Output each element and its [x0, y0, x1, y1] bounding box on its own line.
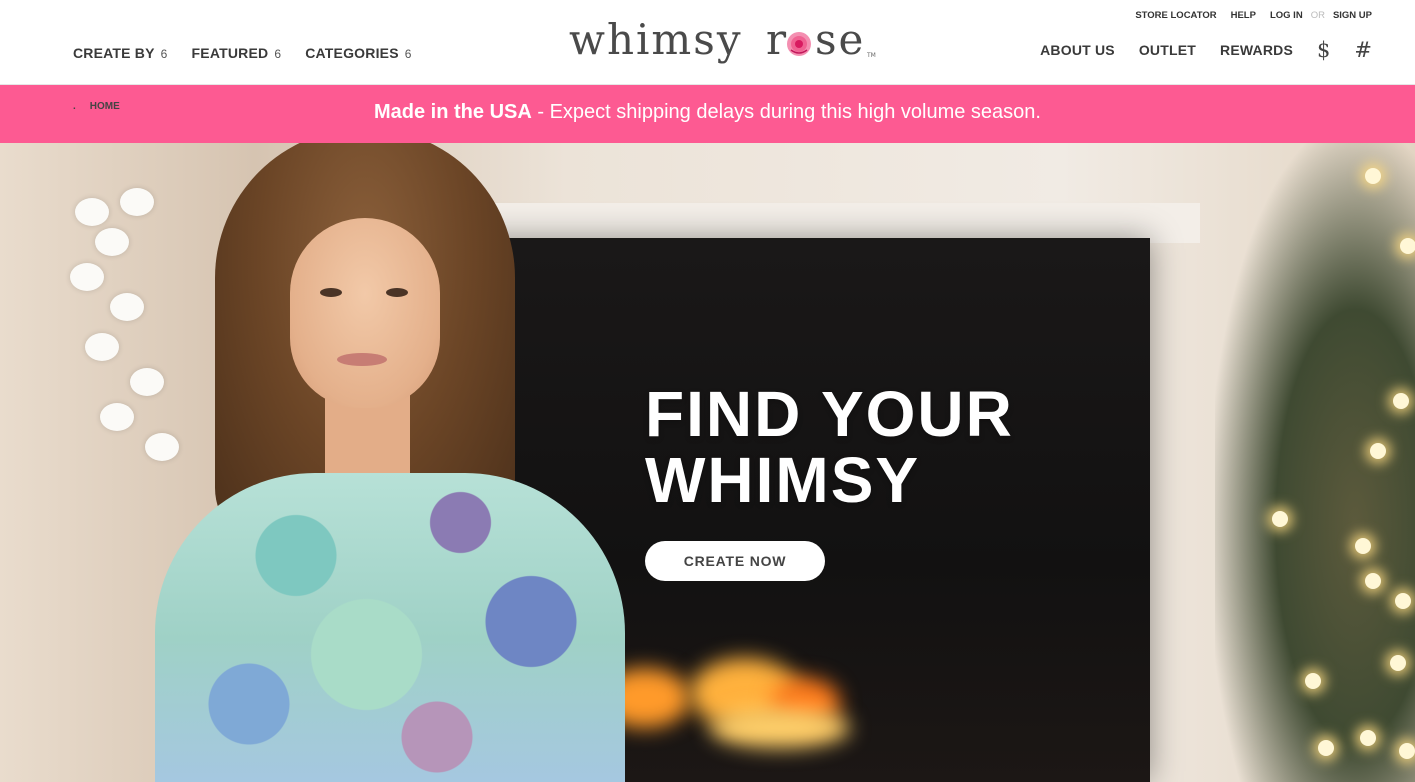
nav-categories-label: CATEGORIES: [305, 45, 399, 61]
or-separator: OR: [1310, 10, 1325, 21]
hero-heading: FIND YOUR WHIMSY: [645, 381, 1014, 513]
currency-icon[interactable]: $: [1317, 40, 1330, 61]
utility-nav: STORE LOCATOR HELP LOG IN OR SIGN UP: [1135, 10, 1372, 21]
logo-text-r: r: [766, 15, 787, 64]
promo-message: Made in the USA - Expect shipping delays…: [0, 101, 1415, 124]
logo-graphic: whimsy r se TM: [569, 15, 876, 64]
nav-create-by-label: CREATE BY: [73, 45, 155, 61]
nav-categories[interactable]: CATEGORIES 6: [305, 45, 411, 61]
hero-heading-line2: WHIMSY: [645, 444, 921, 516]
nav-about-us[interactable]: ABOUT US: [1040, 42, 1115, 58]
nav-featured[interactable]: FEATURED 6: [192, 45, 282, 61]
nav-featured-label: FEATURED: [191, 45, 269, 61]
sign-up-link[interactable]: SIGN UP: [1333, 10, 1372, 21]
log-in-link[interactable]: LOG IN: [1270, 10, 1303, 21]
site-header: CREATE BY 6 FEATURED 6 CATEGORIES 6 whimsy …: [0, 0, 1415, 85]
logo-trademark: TM: [866, 52, 876, 59]
cart-icon[interactable]: #: [1354, 40, 1372, 61]
logo-text-whimsy: whimsy: [569, 15, 743, 64]
nav-featured-count: 6: [274, 47, 282, 61]
hero-heading-line1: FIND YOUR: [645, 378, 1014, 450]
christmas-tree: [1215, 143, 1415, 782]
nav-rewards[interactable]: REWARDS: [1220, 42, 1293, 58]
primary-nav: CREATE BY 6 FEATURED 6 CATEGORIES 6: [73, 45, 412, 61]
nav-categories-count: 6: [404, 47, 412, 61]
secondary-nav: ABOUT US OUTLET REWARDS $ #: [1040, 40, 1372, 61]
store-locator-link[interactable]: STORE LOCATOR: [1135, 10, 1216, 21]
promo-banner: . HOME Made in the USA - Expect shipping …: [0, 85, 1415, 143]
rose-icon: [787, 32, 811, 56]
nav-outlet[interactable]: OUTLET: [1139, 42, 1196, 58]
site-logo[interactable]: whimsy r se TM: [569, 14, 879, 72]
create-now-button[interactable]: CREATE NOW: [645, 541, 825, 581]
promo-rest: - Expect shipping delays during this hig…: [531, 101, 1041, 123]
hero-section: FIND YOUR WHIMSY CREATE NOW: [0, 143, 1415, 782]
nav-create-by-count: 6: [160, 47, 168, 61]
help-link[interactable]: HELP: [1231, 10, 1256, 21]
model-photo: [155, 143, 625, 782]
logo-text-se: se: [815, 15, 865, 64]
nav-create-by[interactable]: CREATE BY 6: [73, 45, 168, 61]
promo-bold: Made in the USA: [374, 101, 532, 123]
